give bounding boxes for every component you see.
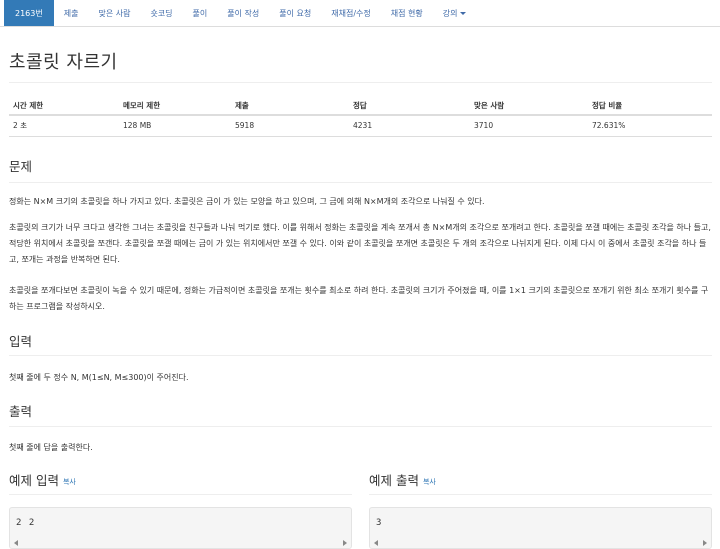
nav-lectures-dropdown[interactable]: 강의	[433, 0, 477, 26]
time-limit-value: 2 초	[9, 115, 119, 137]
nav-submit[interactable]: 제출	[54, 0, 89, 26]
header-memory-limit: 메모리 제한	[119, 96, 231, 116]
sample-output-box[interactable]: 3	[369, 507, 712, 549]
description-divider	[9, 182, 712, 183]
sample-input-scrollbar[interactable]	[10, 538, 351, 548]
sample-input-heading: 예제 입력 복사	[9, 470, 76, 489]
description-paragraph-3: 초콜릿을 쪼개다보면 초콜릿이 녹을 수 있기 때문에, 정화는 가급적이면 초…	[9, 286, 709, 311]
nav-request-solution[interactable]: 풀이 요청	[269, 0, 321, 26]
nav-lectures-label: 강의	[442, 8, 458, 18]
header-accepted: 정답	[349, 96, 470, 116]
nav-rejudge[interactable]: 재채점/수정	[321, 0, 381, 26]
header-submissions: 제출	[231, 96, 349, 116]
problem-info-table: 시간 제한 메모리 제한 제출 정답 맞은 사람 정답 비율 2 초 128 M…	[9, 96, 712, 137]
sample-output-code: 3	[376, 518, 383, 528]
sample-output-divider	[369, 494, 712, 495]
info-header-row: 시간 제한 메모리 제한 제출 정답 맞은 사람 정답 비율	[9, 96, 712, 116]
nav-write-solution[interactable]: 풀이 작성	[217, 0, 269, 26]
nav-short-coding[interactable]: 숏코딩	[140, 0, 182, 26]
memory-limit-value: 128 MB	[119, 115, 231, 137]
title-divider	[9, 82, 712, 83]
input-divider	[9, 355, 712, 356]
description-paragraph-2: 초콜릿의 크기가 너무 크다고 생각한 그녀는 초콜릿을 친구들과 나눠 먹기로…	[9, 223, 711, 264]
sample-input-divider	[9, 494, 352, 495]
problem-title: 초콜릿 자르기	[9, 52, 118, 73]
sample-input-code: 2 2	[16, 518, 36, 528]
scroll-left-icon[interactable]	[374, 540, 378, 546]
nav-solutions[interactable]: 풀이	[183, 0, 218, 26]
submissions-value[interactable]: 5918	[231, 115, 349, 137]
input-heading: 입력	[9, 334, 33, 349]
scroll-right-icon[interactable]	[703, 540, 707, 546]
header-solved-users: 맞은 사람	[470, 96, 588, 116]
copy-sample-output-button[interactable]: 복사	[423, 478, 436, 486]
description-heading: 문제	[9, 159, 33, 174]
description-paragraph-1: 정화는 N×M 크기의 초콜릿을 하나 가지고 있다. 초콜릿은 금이 가 있는…	[9, 197, 485, 206]
header-accept-ratio: 정답 비율	[588, 96, 712, 116]
accepted-value[interactable]: 4231	[349, 115, 470, 137]
sample-output-scrollbar[interactable]	[370, 538, 711, 548]
sample-output-title: 예제 출력	[369, 473, 419, 488]
scroll-left-icon[interactable]	[14, 540, 18, 546]
copy-sample-input-button[interactable]: 복사	[63, 478, 76, 486]
nav-status[interactable]: 채점 현황	[381, 0, 433, 26]
sample-input-box[interactable]: 2 2	[9, 507, 352, 549]
info-value-row: 2 초 128 MB 5918 4231 3710 72.631%	[9, 115, 712, 137]
problem-nav: 2163번 제출 맞은 사람 숏코딩 풀이 풀이 작성 풀이 요청 재채점/수정…	[0, 0, 720, 27]
output-heading: 출력	[9, 404, 33, 419]
nav-correct-users[interactable]: 맞은 사람	[88, 0, 140, 26]
sample-input-title: 예제 입력	[9, 473, 59, 488]
input-description: 첫째 줄에 두 정수 N, M(1≤N, M≤300)이 주어진다.	[9, 373, 189, 382]
solved-users-value[interactable]: 3710	[470, 115, 588, 137]
output-divider	[9, 426, 712, 427]
nav-problem-number[interactable]: 2163번	[4, 0, 54, 26]
sample-output-heading: 예제 출력 복사	[369, 470, 436, 489]
header-time-limit: 시간 제한	[9, 96, 119, 116]
output-description: 첫째 줄에 답을 출력한다.	[9, 443, 93, 452]
caret-down-icon	[460, 11, 467, 15]
accept-ratio-value: 72.631%	[588, 115, 712, 137]
scroll-right-icon[interactable]	[343, 540, 347, 546]
